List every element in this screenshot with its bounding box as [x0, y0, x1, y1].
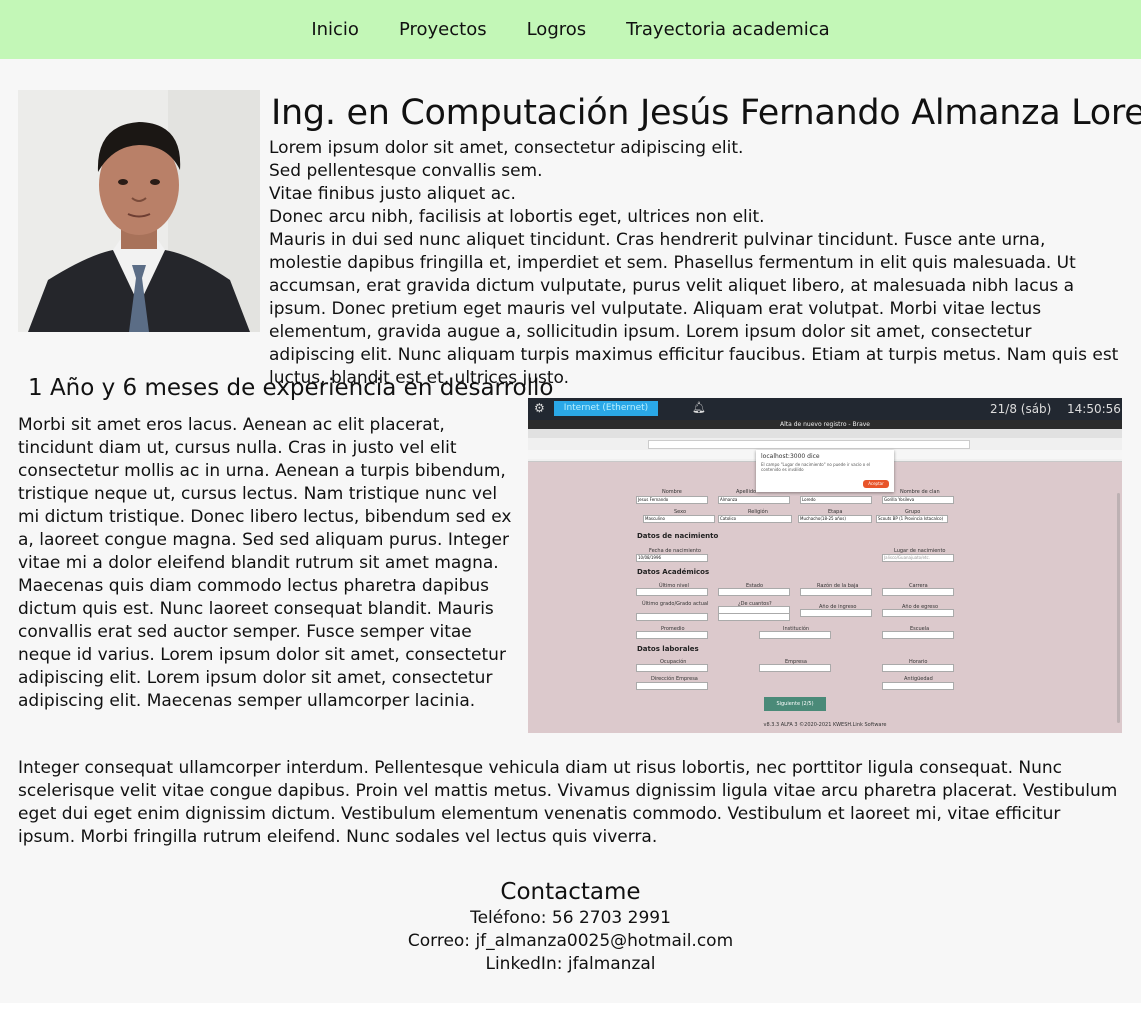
contact-linkedin: LinkedIn: jfalmanzal: [485, 954, 656, 974]
form-field[interactable]: [636, 631, 708, 639]
form-select[interactable]: [718, 613, 790, 621]
form-field[interactable]: [882, 588, 954, 596]
form-select[interactable]: [636, 613, 708, 621]
experience-text: Morbi sit amet eros lacus. Aenean ac eli…: [18, 415, 512, 711]
form-field[interactable]: [800, 588, 872, 596]
field-value: Muchacho(18-25 años): [800, 516, 846, 521]
field-value: Scouts BP (1 Provincia Istacalco): [878, 516, 944, 521]
form-label: Apellido: [736, 489, 757, 495]
form-field[interactable]: Jesus Fernando: [636, 496, 708, 504]
portrait-illustration: [18, 90, 260, 332]
form-field[interactable]: [636, 664, 708, 672]
contact-phone: Teléfono: 56 2703 2991: [470, 908, 671, 928]
form-field[interactable]: [882, 664, 954, 672]
nav-link-proyectos[interactable]: Proyectos: [379, 19, 507, 40]
alert-dialog: localhost:3000 dice El campo "Lugar de n…: [756, 450, 894, 492]
form-label: Nombre de clan: [900, 489, 940, 495]
form-label: Último grado/Grado actual: [642, 601, 709, 607]
birth-date-input[interactable]: 10/08/1996: [636, 554, 708, 562]
browser-titlebar: Alta de nuevo registro - Brave: [528, 420, 1122, 429]
field-value: Jesus Fernando: [638, 497, 669, 502]
bottom-paragraph: Integer consequat ullamcorper interdum. …: [18, 758, 1118, 847]
desktop-topbar: ⚙ Internet (Ethernet) 🔔︎ 21/8 (sáb) 14:5…: [528, 398, 1122, 420]
form-field[interactable]: [636, 682, 708, 690]
intro-line: Lorem ipsum dolor sit amet, consectetur …: [269, 138, 744, 158]
alert-dialog-title: localhost:3000 dice: [761, 453, 820, 460]
scrollbar[interactable]: [1117, 493, 1120, 723]
birth-place-input[interactable]: Jalisco/Guanajuato/etc.: [882, 554, 954, 562]
form-field[interactable]: [882, 631, 954, 639]
page: Inicio Proyectos Logros Trayectoria acad…: [0, 0, 1141, 1003]
page-title: Ing. en Computación Jesús Fernando Alman…: [271, 93, 1141, 133]
project-screenshot: ⚙ Internet (Ethernet) 🔔︎ 21/8 (sáb) 14:5…: [528, 398, 1122, 733]
field-value: Loredo: [802, 497, 816, 502]
form-field[interactable]: Gorilla Yosileva: [882, 496, 954, 504]
alert-dialog-text: El campo "Lugar de nacimiento" no puede …: [761, 462, 871, 472]
form-select[interactable]: Catolico: [718, 515, 792, 523]
experience-heading: 1 Año y 6 meses de experiencia en desarr…: [28, 375, 554, 401]
settings-icon: ⚙: [534, 401, 545, 415]
next-step-button[interactable]: Siguiente (2/5): [764, 697, 826, 711]
form-field[interactable]: Loredo: [800, 496, 872, 504]
nav-link-inicio[interactable]: Inicio: [291, 19, 379, 40]
app-footer: v8.3.3 ALFA 3 ©2020-2021 KWESH.Link Soft…: [763, 722, 887, 728]
contact-email: Correo: jf_almanza0025@hotmail.com: [407, 931, 734, 951]
intro-line: Sed pellentesque convallis sem.: [269, 161, 543, 181]
form-label: Nombre: [662, 489, 682, 495]
form-field[interactable]: [800, 609, 872, 617]
profile-photo: [18, 90, 260, 332]
field-placeholder: Jalisco/Guanajuato/etc.: [884, 555, 930, 560]
topbar-time: 14:50:56: [1067, 402, 1121, 416]
nav-link-logros[interactable]: Logros: [507, 19, 607, 40]
field-value: Gorilla Yosileva: [884, 497, 915, 502]
nav-link-trayectoria[interactable]: Trayectoria academica: [606, 19, 850, 40]
bell-icon: 🔔︎: [692, 401, 706, 414]
intro-text: Lorem ipsum dolor sit amet, consectetur …: [269, 137, 1119, 390]
form-select[interactable]: Scouts BP (1 Provincia Istacalco): [876, 515, 948, 523]
browser-tab-strip: [528, 429, 1122, 438]
field-value: Catolico: [720, 516, 737, 521]
form-section-heading: Datos de nacimiento: [637, 532, 719, 540]
intro-line: Donec arcu nibh, facilisis at lobortis e…: [269, 207, 765, 227]
form-select[interactable]: Masculino: [643, 515, 715, 523]
top-nav: Inicio Proyectos Logros Trayectoria acad…: [0, 0, 1141, 59]
contact-heading: Contactame: [500, 879, 641, 905]
form-field[interactable]: [759, 631, 831, 639]
form-field[interactable]: Almanza: [718, 496, 790, 504]
browser-address-bar: [648, 440, 970, 449]
form-field[interactable]: [882, 609, 954, 617]
form-field[interactable]: [759, 664, 831, 672]
intro-paragraph: Mauris in dui sed nunc aliquet tincidunt…: [269, 230, 1119, 388]
intro-line: Vitae finibus justo aliquet ac.: [269, 184, 516, 204]
topbar-date: 21/8 (sáb): [990, 402, 1052, 416]
field-value: Masculino: [645, 516, 665, 521]
field-value: Almanza: [720, 497, 738, 502]
field-value: 10/08/1996: [638, 555, 662, 560]
network-indicator: Internet (Ethernet): [554, 401, 658, 416]
form-select[interactable]: [636, 588, 708, 596]
form-section-heading: Datos laborales: [637, 645, 699, 653]
form-section-heading: Datos Académicos: [637, 568, 710, 576]
form-field[interactable]: [882, 682, 954, 690]
form-select[interactable]: [718, 588, 790, 596]
alert-accept-button[interactable]: Aceptar: [863, 480, 889, 488]
contact-section: Contactame Teléfono: 56 2703 2991 Correo…: [0, 877, 1141, 976]
form-select[interactable]: Muchacho(18-25 años): [798, 515, 872, 523]
